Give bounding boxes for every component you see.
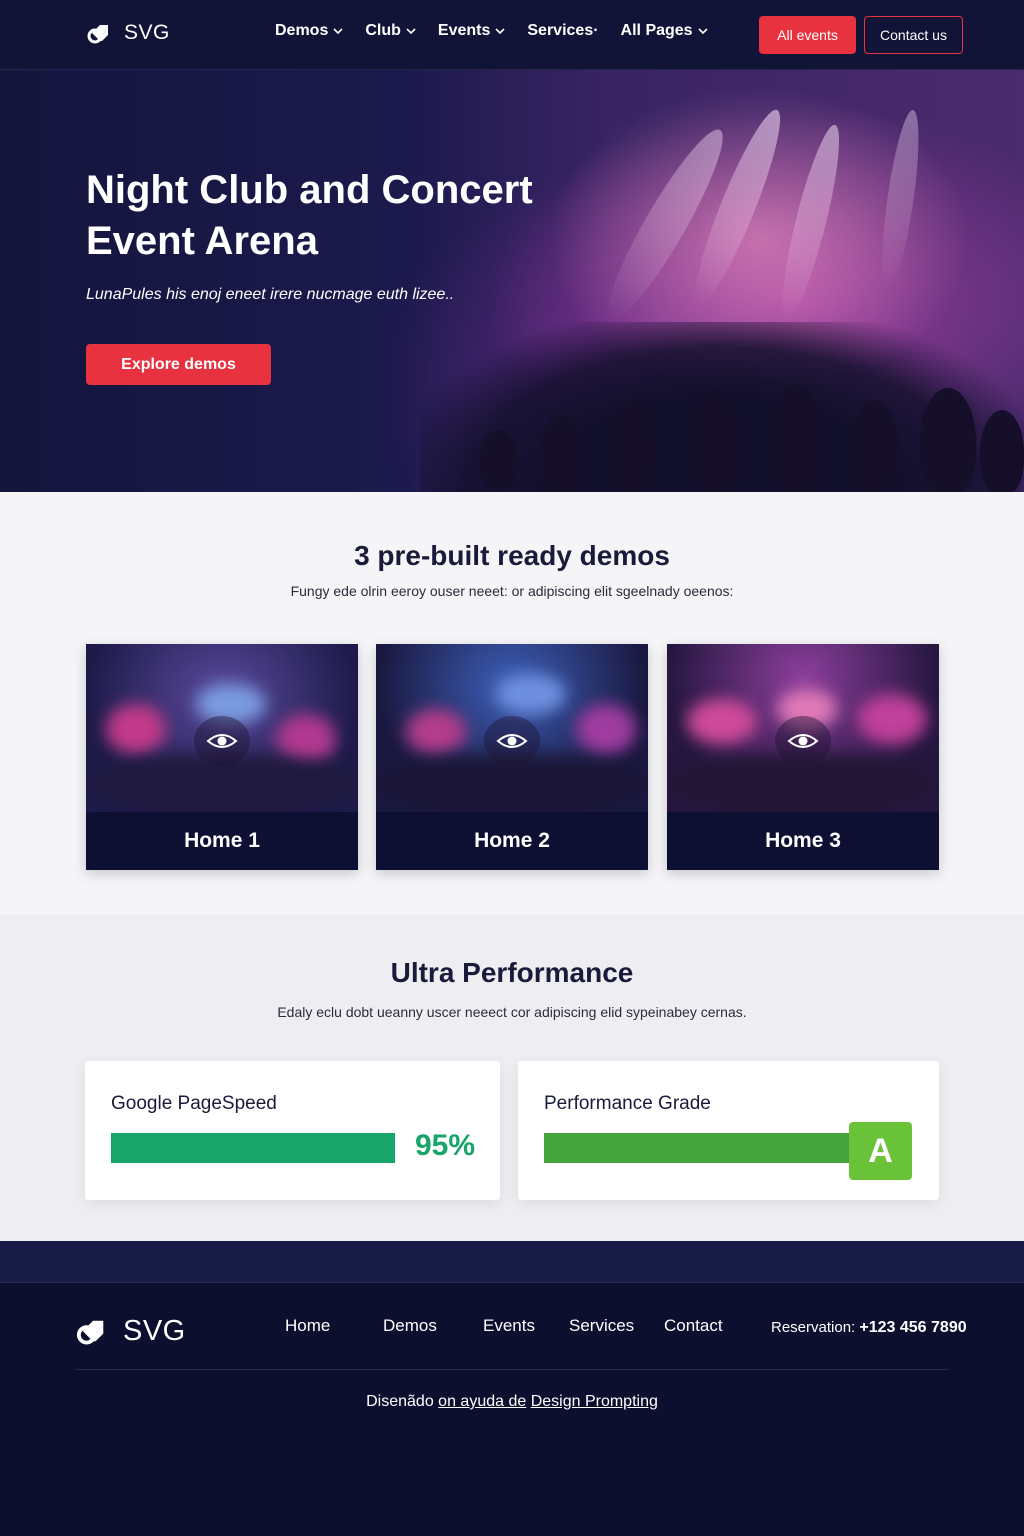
brand-logo[interactable]: SVG [86,19,170,47]
footer-link-services[interactable]: Services [569,1316,634,1336]
pagespeed-value: 95% [415,1129,476,1162]
preview-eye-button[interactable] [775,716,831,766]
hero-title: Night Club and Concert Event Arena [86,168,533,263]
demo-preview-image [86,644,358,812]
demos-title: 3 pre-built ready demos [354,540,670,571]
eye-icon [787,734,819,748]
footer-link-contact[interactable]: Contact [664,1316,723,1336]
nav-item-label: Services· [527,22,599,39]
demo-card-home-3[interactable]: Home 3 [667,644,939,870]
performance-title: Ultra Performance [390,957,634,988]
nav-item-services[interactable]: Services· [527,22,598,40]
chevron-down-icon [495,28,505,35]
demo-card-label: Home 1 [184,829,260,852]
demo-preview-image [667,644,939,812]
demos-subtitle: Fungy ede olrin eeroy ouser neeet: or ad… [290,583,734,599]
nav-item-club[interactable]: Club [365,22,416,40]
contact-us-button[interactable]: Contact us [864,16,963,54]
logo-icon [76,1320,104,1345]
chevron-down-icon [333,28,343,35]
performance-section: Ultra Performance Edaly eclu dobt ueanny… [0,915,1024,1241]
demo-card-home-1[interactable]: Home 1 [86,644,358,870]
pagespeed-progress-fill [111,1133,381,1163]
footer-divider [75,1369,949,1370]
all-events-button[interactable]: All events [759,16,856,54]
demo-card-label: Home 3 [765,829,841,852]
footer-logo-text: SVG [123,1314,186,1347]
credit-link-2[interactable]: Design Prompting [531,1393,658,1410]
performance-grade-card: Performance Grade A [518,1061,939,1200]
nav-menu: Demos Club Events Services· All Pages [275,22,730,40]
reservation-info: Reservation: +123 456 7890 [771,1319,967,1337]
pagespeed-card: Google PageSpeed 95% [85,1061,500,1200]
credit-link-1[interactable]: on ayuda de [438,1393,526,1410]
footer-link-home[interactable]: Home [285,1316,330,1336]
hero-subtitle: LunaPules his enoj eneet irere nucmage e… [86,286,455,303]
footer: SVG Home Demos Events Services Contact R… [0,1241,1024,1536]
reservation-label: Reservation: [771,1319,856,1336]
hero-section: Night Club and Concert Event Arena LunaP… [0,70,1024,492]
demo-card-label: Home 2 [474,829,550,852]
nav-item-label: All Pages [620,22,693,39]
eye-icon [206,734,238,748]
preview-eye-button[interactable] [484,716,540,766]
nav-item-label: Demos [275,22,329,39]
nav-item-all-pages[interactable]: All Pages [621,22,708,40]
eye-icon [496,734,528,748]
pagespeed-title: Google PageSpeed [111,1093,277,1114]
logo-icon [87,25,108,44]
performance-subtitle: Edaly eclu dobt ueanny uscer neeect cor … [277,1004,747,1020]
footer-link-events[interactable]: Events [483,1316,535,1336]
chevron-down-icon [406,28,416,35]
credit-prefix: Disenãdo [366,1393,439,1410]
preview-eye-button[interactable] [194,716,250,766]
performance-grade-title: Performance Grade [544,1093,711,1114]
chevron-down-icon [698,28,708,35]
nav-item-events[interactable]: Events [438,22,505,40]
logo-text: SVG [124,21,170,44]
footer-logo[interactable]: SVG [75,1313,186,1349]
nav-item-label: Events [437,22,491,39]
reservation-phone[interactable]: +123 456 7890 [859,1319,966,1336]
explore-demos-button[interactable]: Explore demos [86,344,271,385]
demo-preview-image [376,644,648,812]
footer-credit: Disenãdo on ayuda de Design Prompting [0,1393,1024,1411]
nav-item-demos[interactable]: Demos [275,22,343,40]
demos-section: 3 pre-built ready demos Fungy ede olrin … [0,492,1024,915]
nav-item-label: Club [365,22,401,39]
performance-grade-bar [544,1133,856,1163]
pagespeed-progress-bar [111,1133,395,1163]
footer-link-demos[interactable]: Demos [383,1316,437,1336]
performance-grade-badge: A [849,1122,912,1180]
footer-top-band [0,1241,1024,1283]
demo-card-home-2[interactable]: Home 2 [376,644,648,870]
top-navbar: SVG Demos Club Events Services· All Page… [0,0,1024,70]
